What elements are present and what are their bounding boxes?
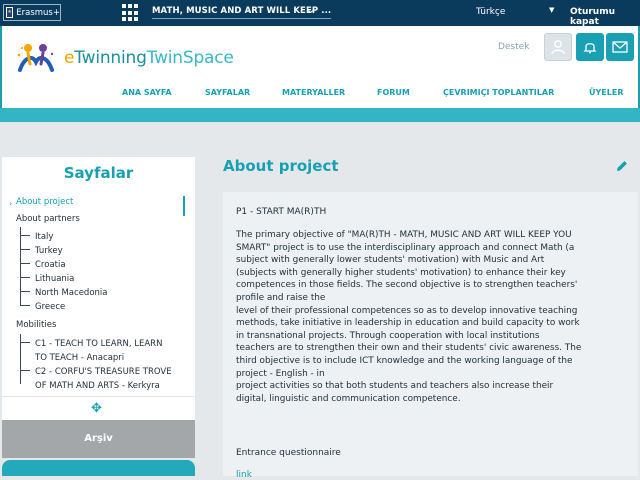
nav-online-meetings[interactable]: ÇEVRIMIÇI TOPLANTILAR [443,88,554,97]
chevron-down-icon[interactable]: ⌄ [306,3,315,16]
caret-down-icon[interactable]: ▼ [549,6,554,14]
tree-branch [20,241,30,250]
sidebar-title: Sayfalar [63,164,134,182]
support-link[interactable]: Destek [498,42,529,52]
mail-icon [612,41,628,53]
nav-home[interactable]: ANA SAYFA [122,88,172,97]
user-icon [551,40,565,55]
tree-branch [20,362,30,371]
wordmark-twinning: Twinning [74,48,147,68]
tree-branch [20,297,30,306]
site-header: eTwinningTwinSpace Destek ANA SAYFA SAYF… [0,26,640,108]
pencil-icon[interactable] [615,159,629,173]
bell-icon [583,43,597,54]
sidebar-item-croatia[interactable]: Croatia [35,260,66,270]
user-button[interactable] [544,33,572,61]
messages-button[interactable] [606,33,634,61]
sidebar-item-about-partners[interactable]: About partners [16,214,80,224]
header-strip [0,108,640,122]
language-selector[interactable]: Türkçe [476,7,505,17]
nav-forum[interactable]: FORUM [377,88,410,97]
eu-flag-icon: ★ [6,7,14,18]
apps-grid-icon[interactable] [122,4,140,22]
sidebar-footer-tab[interactable] [2,460,195,476]
main-nav: ANA SAYFA SAYFALAR MATERYALLER FORUM ÇEV… [2,84,638,106]
erasmus-label: Erasmus+ [16,7,60,18]
nav-pages[interactable]: SAYFALAR [205,88,250,97]
page-content: P1 - START MA(R)TH The primary objective… [223,192,638,480]
top-bar: ★ Erasmus+ MATH, MUSIC AND ART WILL KEEP… [0,0,640,27]
sidebar-item-c2-line2[interactable]: OF MATH AND ARTS - Kerkyra [35,381,160,391]
tree-branch [20,283,30,292]
tree-branch [20,269,30,278]
wordmark-e: e [64,48,75,68]
sidebar-scrollbar[interactable] [183,196,185,216]
etwinning-wordmark[interactable]: eTwinningTwinSpace [64,48,234,68]
sidebar-item-italy[interactable]: Italy [35,232,53,242]
tree-branch [20,227,30,236]
nav-materials[interactable]: MATERYALLER [282,88,345,97]
project-selector[interactable]: MATH, MUSIC AND ART WILL KEEP ... [152,6,332,19]
sidebar-item-north-macedonia[interactable]: North Macedonia [35,288,107,298]
erasmus-logo[interactable]: ★ Erasmus+ [3,4,61,21]
logout-link[interactable]: Oturumu kapat [570,7,640,27]
tree-branch [20,334,30,343]
move-arrows-icon[interactable]: ✥ [91,401,102,416]
notifications-button[interactable] [576,33,604,61]
content-heading: P1 - START MA(R)TH [236,207,327,217]
sidebar-item-c1-line2[interactable]: TO TEACH - Anacapri [35,353,124,363]
nav-members[interactable]: ÜYELER [589,88,623,97]
page-title: About project [223,157,339,175]
sidebar-item-greece[interactable]: Greece [35,302,65,312]
sidebar-item-mobilities[interactable]: Mobilities [16,320,56,330]
tree-branch [20,255,30,264]
sidebar-item-turkey[interactable]: Turkey [35,246,63,256]
sidebar-item-about-project[interactable]: About project [16,197,73,207]
archive-button[interactable]: Arşiv [2,420,195,458]
questionnaire-link[interactable]: link [236,470,252,480]
content-body: The primary objective of "MA(R)TH - MATH… [236,230,582,404]
page-tree: About project About partners Italy Turke… [2,194,182,391]
pages-sidebar: Sayfalar › About project About partners … [2,157,195,396]
entrance-questionnaire-label: Entrance questionnaire [236,448,341,458]
sidebar-item-lithuania[interactable]: Lithuania [35,274,74,284]
etwinning-logo-icon[interactable] [16,40,56,74]
resize-handle[interactable]: ✥ [2,396,195,420]
sidebar-item-c1-line1[interactable]: C1 - TEACH TO LEARN, LEARN [35,339,162,349]
sidebar-item-c2-line1[interactable]: C2 - CORFU'S TREASURE TROVE [35,367,172,377]
wordmark-twinspace: TwinSpace [146,48,234,68]
